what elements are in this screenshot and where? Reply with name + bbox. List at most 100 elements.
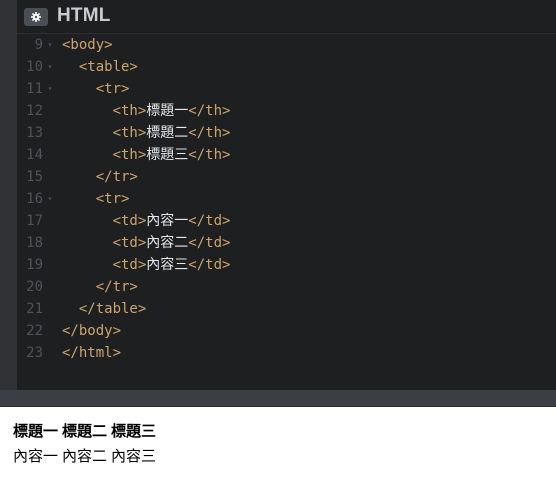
preview-table: 標題一 標題二 標題三 內容一 內容二 內容三 — [10, 417, 159, 469]
code-content: <tr> — [62, 78, 130, 100]
code-tag: </tr> — [95, 279, 138, 295]
fold-arrow-icon[interactable]: ▾ — [46, 188, 54, 210]
code-content: <td>內容一</td> — [62, 210, 231, 232]
line-number: 20 — [26, 279, 43, 295]
code-close-tag: </td> — [188, 235, 231, 251]
code-content: <td>內容三</td> — [62, 254, 231, 276]
resize-handle[interactable] — [0, 390, 556, 407]
code-tag: </html> — [62, 345, 122, 361]
code-line: 14 <th>標題三</th> — [17, 144, 556, 166]
line-number: 23 — [26, 345, 43, 361]
code-close-tag: </th> — [188, 103, 231, 119]
fold-arrow-icon[interactable]: ▾ — [46, 56, 54, 78]
panel-header: HTML — [17, 0, 556, 34]
code-line: 18 <td>內容二</td> — [17, 232, 556, 254]
code-line: 20 </tr> — [17, 276, 556, 298]
code-content: <body> — [62, 34, 113, 56]
table-row: 標題一 標題二 標題三 — [12, 419, 157, 442]
line-number: 12 — [26, 103, 43, 119]
code-line: 11 ▾ <tr> — [17, 78, 556, 100]
code-close-tag: </th> — [188, 147, 231, 163]
code-line: 16 ▾ <tr> — [17, 188, 556, 210]
code-tag: <tr> — [95, 191, 130, 207]
code-content: </table> — [62, 298, 146, 320]
code-content: </tr> — [62, 166, 138, 188]
code-content: </tr> — [62, 276, 138, 298]
line-number: 10 — [26, 59, 43, 75]
code-close-tag: </th> — [188, 125, 231, 141]
table-cell: 內容三 — [111, 447, 157, 465]
result-preview: 標題一 標題二 標題三 內容一 內容二 內容三 — [0, 407, 556, 478]
code-line: 10 ▾ <table> — [17, 56, 556, 78]
code-line: 9 ▾ <body> — [17, 34, 556, 56]
code-text: 內容一 — [146, 213, 189, 229]
table-header: 標題三 — [111, 422, 157, 440]
line-number: 17 — [26, 213, 43, 229]
line-number: 13 — [26, 125, 43, 141]
code-content: <th>標題三</th> — [62, 144, 231, 166]
code-tag: </tr> — [95, 169, 138, 185]
code-content: </html> — [62, 342, 121, 364]
code-tag: <table> — [78, 59, 138, 75]
code-area[interactable]: 9 ▾ <body> 10 ▾ <table> 11 ▾ <tr> 12 <th>標題一</t… — [17, 34, 556, 390]
code-text: 內容三 — [146, 257, 189, 273]
table-header: 標題一 — [13, 422, 59, 440]
panel-title: HTML — [57, 5, 111, 26]
line-number: 18 — [26, 235, 43, 251]
line-number: 21 — [26, 301, 43, 317]
code-tag: <body> — [62, 37, 113, 53]
fold-arrow-icon[interactable]: ▾ — [46, 78, 54, 100]
code-text: 內容二 — [146, 235, 189, 251]
line-number: 16 — [26, 191, 43, 207]
code-text: 標題一 — [146, 103, 189, 119]
line-number: 19 — [26, 257, 43, 273]
code-line: 21 </table> — [17, 298, 556, 320]
html-editor: HTML 9 ▾ <body> 10 ▾ <table> 11 ▾ <tr> 12 <th>標… — [0, 0, 556, 390]
codepen-html-panel: HTML 9 ▾ <body> 10 ▾ <table> 11 ▾ <tr> 12 <th>標… — [0, 0, 556, 478]
code-text: 標題三 — [146, 147, 189, 163]
table-row: 內容一 內容二 內容三 — [12, 444, 157, 467]
code-tag: <th> — [112, 147, 147, 163]
code-content: <tr> — [62, 188, 130, 210]
code-line: 12 <th>標題一</th> — [17, 100, 556, 122]
code-tag: </table> — [78, 301, 147, 317]
line-number: 9 — [34, 37, 43, 53]
panel-settings-button[interactable] — [24, 8, 48, 26]
code-tag: <td> — [112, 235, 147, 251]
editor-left-rail — [0, 0, 17, 390]
table-cell: 內容一 — [13, 447, 59, 465]
code-close-tag: </td> — [188, 257, 231, 273]
code-line: 23 </html> — [17, 342, 556, 364]
code-tag: <th> — [112, 125, 147, 141]
code-line: 19 <td>內容三</td> — [17, 254, 556, 276]
code-line: 17 <td>內容一</td> — [17, 210, 556, 232]
line-number: 11 — [26, 81, 43, 97]
code-tag: <tr> — [95, 81, 130, 97]
code-content: <td>內容二</td> — [62, 232, 231, 254]
code-content: <th>標題一</th> — [62, 100, 231, 122]
code-tag: <td> — [112, 257, 147, 273]
code-text: 標題二 — [146, 125, 189, 141]
code-tag: <th> — [112, 103, 147, 119]
line-number: 15 — [26, 169, 43, 185]
fold-arrow-icon[interactable]: ▾ — [46, 34, 54, 56]
code-line: 15 </tr> — [17, 166, 556, 188]
table-header: 標題二 — [62, 422, 108, 440]
gear-icon — [31, 12, 41, 22]
line-number: 22 — [26, 323, 43, 339]
code-line: 13 <th>標題二</th> — [17, 122, 556, 144]
code-tag: <td> — [112, 213, 147, 229]
line-number: 14 — [26, 147, 43, 163]
table-cell: 內容二 — [62, 447, 108, 465]
